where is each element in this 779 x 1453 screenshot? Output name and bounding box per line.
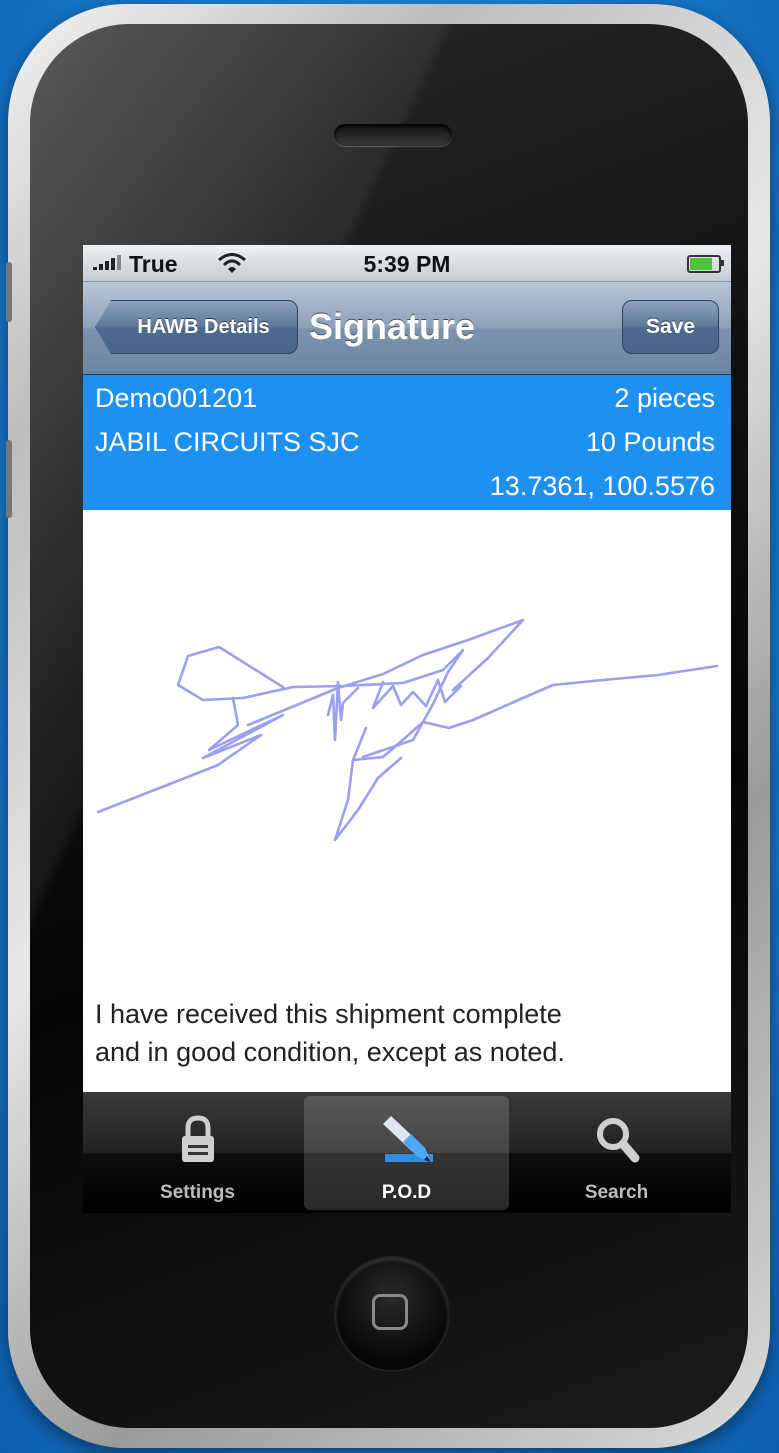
status-time: 5:39 PM [363,251,451,277]
volume-down-button [6,440,12,518]
pen-icon [382,1116,433,1162]
tab-pod-label: P.O.D [381,1182,432,1203]
volume-up-button [6,262,12,322]
home-button[interactable] [336,1258,448,1370]
shipment-weight: 10 Pounds [585,427,715,457]
signature-stroke [96,618,719,842]
signature-pad[interactable] [83,510,731,990]
gps-coordinates: 13.7361, 100.5576 [489,471,715,501]
battery-icon [687,255,724,273]
shipment-id: Demo001201 [95,383,258,413]
tab-search-label: Search [584,1182,649,1203]
disclaimer-line-2: and in good condition, except as noted. [95,1037,565,1067]
navigation-bar: HAWB Details Signature Save [83,282,731,375]
tab-settings[interactable]: Settings [95,1096,300,1210]
home-square-icon [372,1294,408,1330]
back-button-hawb-details[interactable]: HAWB Details [95,300,298,354]
status-bar: True 5:39 PM [83,245,731,282]
piece-count: 2 pieces [614,383,715,413]
save-button[interactable]: Save [622,300,719,354]
receipt-disclaimer: I have received this shipment complete a… [95,995,725,1071]
tab-search[interactable]: Search [514,1096,719,1210]
tab-pod[interactable]: P.O.D [304,1096,509,1210]
app-screen: True 5:39 PM HAWB Details Signature Save… [83,245,731,1213]
page-title: Signature [309,306,476,347]
tab-settings-label: Settings [160,1182,235,1203]
shipper-name: JABIL CIRCUITS SJC [95,427,360,457]
lock-icon [181,1115,214,1162]
shipment-info-bar: Demo001201 2 pieces JABIL CIRCUITS SJC 1… [83,375,731,510]
search-icon [596,1118,639,1163]
disclaimer-line-1: I have received this shipment complete [95,999,562,1029]
tab-bar: Settings P.O.D Search [83,1092,731,1213]
earpiece-speaker [334,124,452,146]
